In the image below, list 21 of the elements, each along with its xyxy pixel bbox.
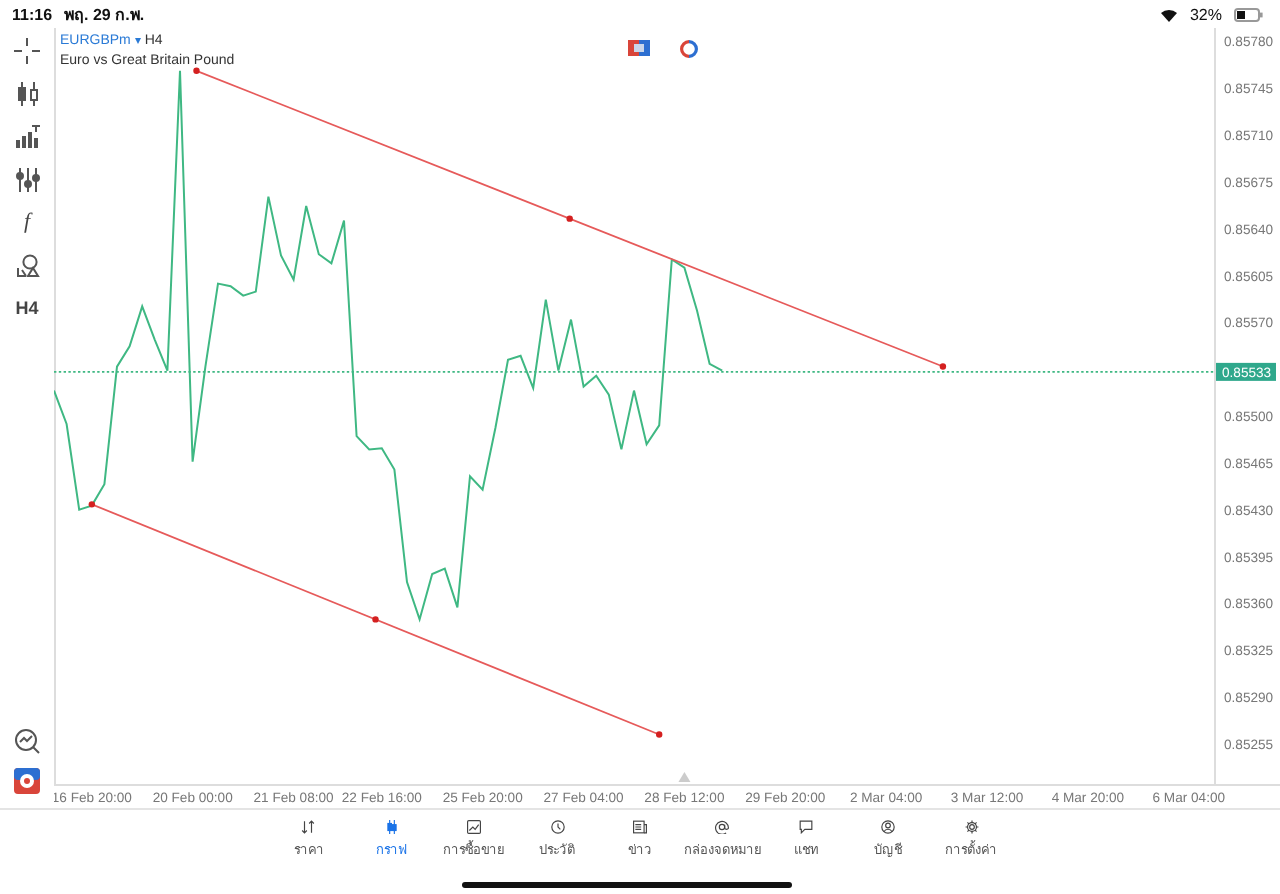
crosshair-icon[interactable] [11,34,43,66]
line-chart-icon [462,820,487,834]
app-logo-icon[interactable] [14,768,40,794]
chart-search-icon[interactable] [11,725,43,757]
shapes-icon[interactable] [11,249,43,281]
wifi-icon [1159,7,1178,21]
scroll-marker-icon[interactable] [678,772,691,782]
account-icon [876,820,901,834]
trade-panel-icon[interactable] [628,40,650,56]
at-sign-icon [710,820,735,834]
battery-percent: 32% [1189,5,1222,23]
status-time: 11:16 [12,5,53,23]
timeframe-button[interactable]: H4 [11,292,43,324]
indicators-icon[interactable] [11,163,43,195]
volume-bars-icon[interactable] [11,120,43,152]
one-click-icon[interactable] [680,40,698,58]
status-date: พฤ. 29 ก.พ. [64,3,145,27]
battery-icon [1234,7,1264,21]
history-icon [545,820,570,834]
news-icon [627,820,652,834]
function-button[interactable]: f [11,206,43,238]
